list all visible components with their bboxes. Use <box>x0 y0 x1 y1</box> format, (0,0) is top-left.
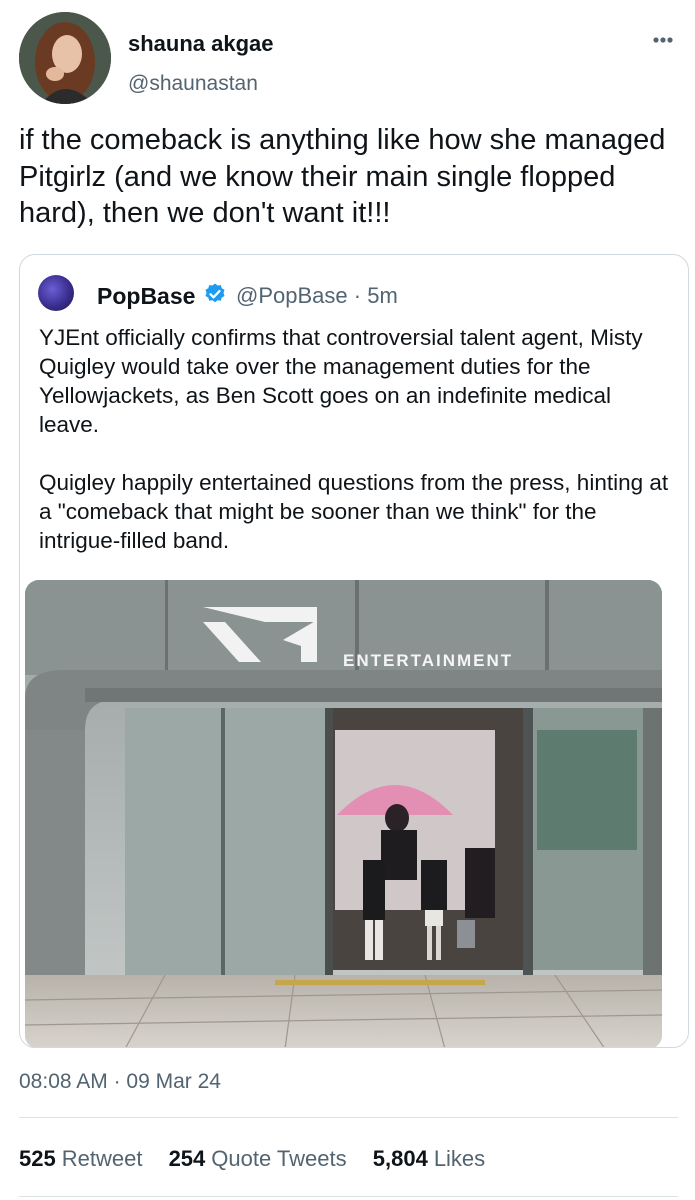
timestamp-date: 09 Mar 24 <box>126 1070 221 1093</box>
verified-badge-icon <box>203 282 227 306</box>
tweet-timestamp[interactable]: 08:08 AM · 09 Mar 24 <box>19 1070 221 1094</box>
likes-label: Likes <box>433 1146 486 1171</box>
quoted-author-handle[interactable]: @PopBase <box>236 283 348 308</box>
author-handle[interactable]: @shaunastan <box>128 72 258 96</box>
entertainment-sign: ENTERTAINMENT <box>343 651 513 670</box>
quoted-author-avatar[interactable] <box>38 275 74 311</box>
divider-bottom <box>19 1196 678 1197</box>
meta-separator: · <box>353 283 368 308</box>
building-photo: ENTERTAINMENT <box>25 580 662 1047</box>
quoted-paragraph-2: Quigley happily entertained questions fr… <box>39 470 669 553</box>
quote-tweets-stat[interactable]: 254 Quote Tweets <box>169 1146 347 1172</box>
tweet-header: shauna akgae @shaunastan <box>19 12 679 107</box>
avatar-photo <box>19 12 111 104</box>
likes-count: 5,804 <box>372 1146 428 1171</box>
quoted-tweet-text: YJEnt officially confirms that controver… <box>39 323 669 555</box>
quoted-tweet-image[interactable]: ENTERTAINMENT <box>25 580 662 1047</box>
quoted-author-meta: @PopBase · 5m <box>236 283 398 309</box>
quotes-count: 254 <box>168 1146 206 1171</box>
tweet-stats: 525 Retweet 254 Quote Tweets 5,804 Likes <box>19 1146 505 1172</box>
author-display-name[interactable]: shauna akgae <box>128 31 274 57</box>
retweets-count: 525 <box>19 1146 56 1171</box>
quoted-author-name[interactable]: PopBase <box>97 283 195 310</box>
author-avatar[interactable] <box>19 12 111 104</box>
quoted-paragraph-1: YJEnt officially confirms that controver… <box>39 325 643 437</box>
divider-top <box>19 1117 678 1118</box>
timestamp-separator: · <box>113 1070 121 1093</box>
quotes-label: Quote Tweets <box>211 1146 347 1171</box>
tweet-text: if the comeback is anything like how she… <box>19 124 666 229</box>
retweets-stat[interactable]: 525 Retweet <box>19 1146 142 1172</box>
quoted-tweet-time[interactable]: 5m <box>367 283 398 308</box>
quoted-tweet[interactable]: PopBase @PopBase · 5m YJEnt officially c… <box>19 254 689 1048</box>
timestamp-time: 08:08 AM <box>19 1070 108 1093</box>
retweets-label: Retweet <box>61 1146 143 1171</box>
more-options-icon[interactable] <box>645 30 681 50</box>
likes-stat[interactable]: 5,804 Likes <box>373 1146 485 1172</box>
